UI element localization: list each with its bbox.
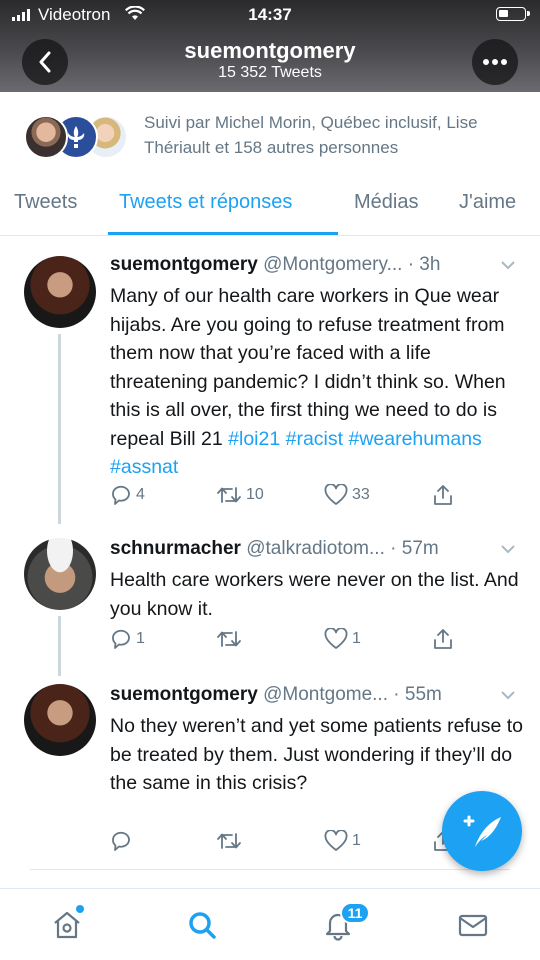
like-button[interactable]: 1	[324, 628, 361, 650]
avatar[interactable]	[24, 538, 96, 610]
reply-button[interactable]	[110, 830, 136, 852]
retweet-icon	[217, 833, 241, 849]
thread-line	[58, 616, 61, 676]
tweet-author-name[interactable]: suemontgomery	[110, 684, 258, 705]
tweet-header: suemontgomery @Montgome... · 55m	[110, 684, 530, 706]
battery-icon	[496, 7, 530, 21]
followed-by-section[interactable]: Suivi par Michel Morin, Québec inclusif,…	[0, 92, 540, 178]
retweet-icon	[217, 487, 241, 503]
profile-name: suemontgomery	[184, 38, 356, 63]
more-icon	[483, 59, 489, 65]
tweet-text: Many of our health care workers in Que w…	[110, 282, 525, 482]
retweet-button[interactable]	[216, 830, 246, 852]
heart-icon	[324, 830, 348, 851]
tweet-time: · 55m	[393, 684, 442, 705]
reply-icon	[112, 485, 130, 505]
retweet-button[interactable]	[216, 628, 246, 650]
heart-icon	[324, 484, 348, 505]
retweet-button[interactable]: 10	[216, 484, 264, 506]
tweet-text: Health care workers were never on the li…	[110, 569, 519, 620]
nav-search[interactable]	[184, 907, 220, 943]
followed-by-text: Suivi par Michel Morin, Québec inclusif,…	[144, 113, 478, 157]
reply-count: 4	[136, 486, 145, 503]
home-icon	[54, 911, 80, 939]
tab-tweets-and-replies[interactable]: Tweets et réponses	[119, 191, 292, 214]
avatar[interactable]	[24, 256, 96, 328]
like-button[interactable]: 33	[324, 484, 370, 506]
reply-icon	[112, 831, 130, 851]
notification-badge: 11	[340, 902, 370, 924]
tab-likes[interactable]: J'aime	[459, 191, 516, 214]
like-count: 1	[352, 832, 361, 849]
tweet-count: 15 352 Tweets	[218, 64, 322, 81]
reply-icon	[112, 629, 130, 649]
compose-tweet-button[interactable]	[442, 791, 522, 871]
tweet-actions: 1	[110, 830, 460, 856]
reply-button[interactable]: 1	[110, 628, 145, 650]
tab-tweets[interactable]: Tweets	[14, 191, 77, 214]
thread-line	[58, 334, 61, 524]
retweet-count: 10	[246, 486, 264, 503]
new-content-dot	[76, 905, 84, 913]
tweet-body: Many of our health care workers in Que w…	[110, 285, 506, 450]
tweet-text: No they weren’t and yet some patients re…	[110, 715, 523, 794]
tweet-time: · 57m	[390, 538, 439, 559]
tweet-actions: 1 1	[110, 628, 460, 654]
like-button[interactable]: 1	[324, 830, 361, 852]
tweet[interactable]: suemontgomery @Montgomery... · 3h Many o…	[0, 254, 540, 524]
tweet-author-name[interactable]: schnurmacher	[110, 538, 241, 559]
reply-button[interactable]: 4	[110, 484, 145, 506]
clock: 14:37	[248, 5, 292, 24]
status-bar: Videotron 14:37	[0, 0, 540, 30]
chevron-down-icon[interactable]	[500, 690, 516, 700]
share-button[interactable]	[432, 484, 454, 506]
tweet-header: schnurmacher @talkradiotom... · 57m	[110, 538, 530, 560]
heart-icon	[324, 628, 348, 649]
chevron-down-icon[interactable]	[500, 260, 516, 270]
share-icon	[434, 485, 452, 505]
tweet-author-handle: @Montgome...	[263, 684, 388, 705]
like-count: 33	[352, 486, 370, 503]
bottom-navigation: 11	[0, 888, 540, 960]
tweet[interactable]: schnurmacher @talkradiotom... · 57m Heal…	[0, 538, 540, 676]
more-options-button[interactable]	[472, 39, 518, 85]
messages-icon	[458, 914, 488, 937]
share-icon	[434, 629, 452, 649]
retweet-icon	[217, 631, 241, 647]
compose-feather-icon	[463, 815, 501, 847]
like-count: 1	[352, 630, 361, 647]
tweet-author-name[interactable]: suemontgomery	[110, 254, 258, 275]
chevron-down-icon[interactable]	[500, 544, 516, 554]
profile-tabs: Tweets Tweets et réponses Médias J'aime	[0, 178, 540, 236]
follower-avatar	[24, 115, 68, 159]
tweet-actions: 4 10 33	[110, 484, 460, 510]
search-icon	[189, 912, 216, 939]
tweet-author-handle: @Montgomery...	[263, 254, 403, 275]
active-tab-indicator	[108, 232, 338, 235]
reply-count: 1	[136, 630, 145, 647]
profile-header: Videotron 14:37 suemontgomery 15 352 Twe…	[0, 0, 540, 92]
tweet-header: suemontgomery @Montgomery... · 3h	[110, 254, 530, 276]
tweet-author-handle: @talkradiotom...	[246, 538, 385, 559]
tweet-divider	[30, 869, 510, 870]
tab-media[interactable]: Médias	[354, 191, 418, 214]
tweet-time: · 3h	[407, 254, 441, 275]
avatar[interactable]	[24, 684, 96, 756]
nav-messages[interactable]	[455, 907, 491, 943]
share-button[interactable]	[432, 628, 454, 650]
